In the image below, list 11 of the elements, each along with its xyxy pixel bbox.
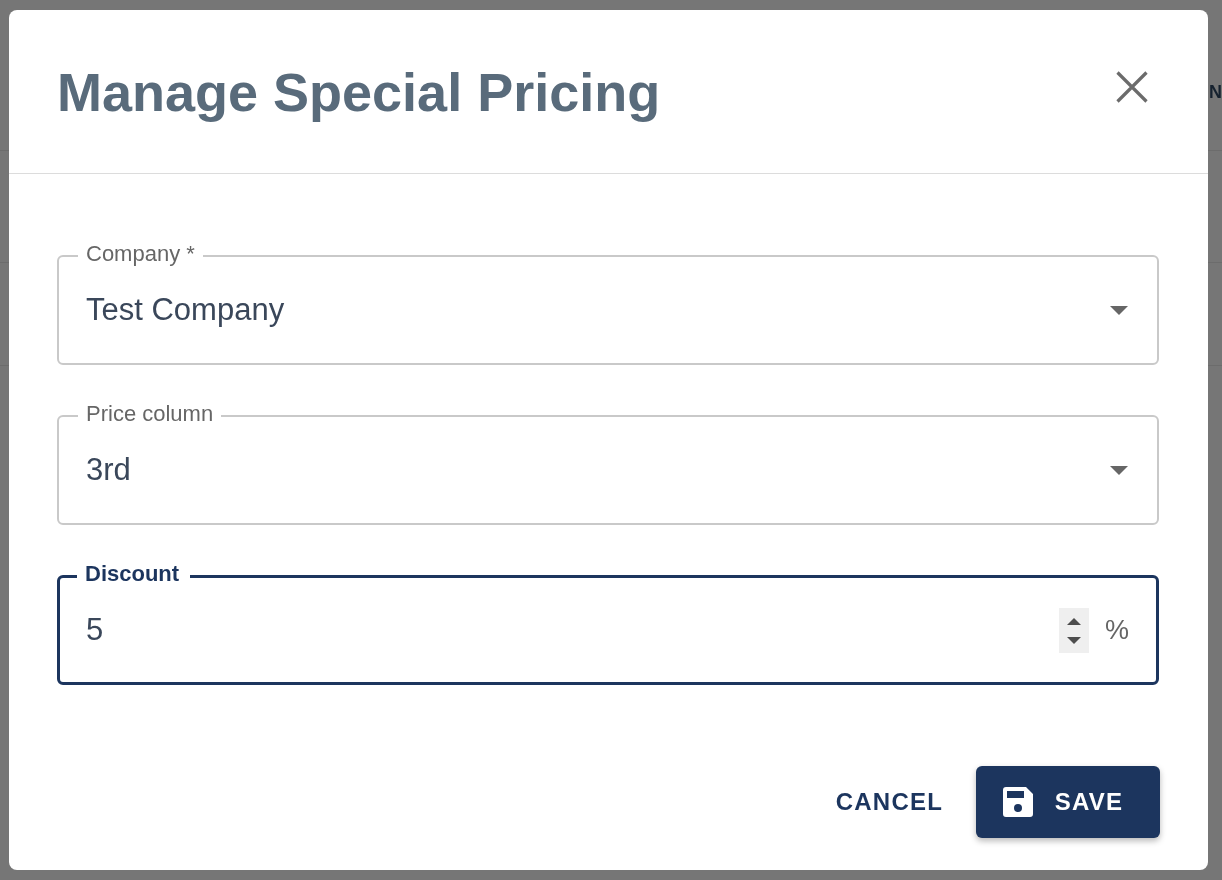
dropdown-caret-icon [1110, 305, 1128, 315]
background-text: N [1209, 82, 1222, 102]
cancel-button[interactable]: CANCEL [835, 788, 943, 816]
close-button[interactable] [1116, 70, 1148, 103]
dropdown-caret-icon [1110, 465, 1128, 475]
number-stepper[interactable] [1059, 607, 1089, 653]
close-icon [1116, 70, 1148, 103]
dialog-title: Manage Special Pricing [57, 60, 661, 124]
save-icon [1002, 787, 1033, 817]
save-button[interactable]: SAVE [976, 766, 1160, 838]
unit-suffix: % [1105, 615, 1129, 645]
